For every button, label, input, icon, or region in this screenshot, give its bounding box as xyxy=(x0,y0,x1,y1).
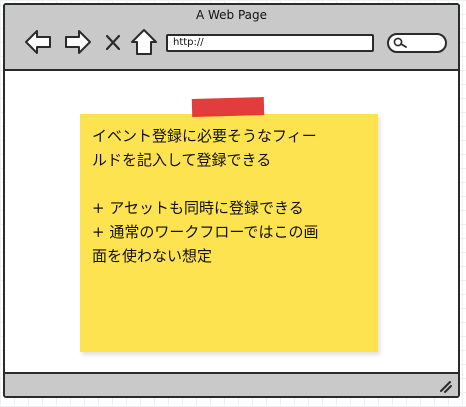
home-icon[interactable] xyxy=(129,27,159,57)
back-arrow-icon[interactable] xyxy=(23,27,53,57)
address-bar[interactable]: http:// xyxy=(166,34,374,52)
status-bar xyxy=(5,372,458,396)
browser-toolbar: A Web Page http:// xyxy=(5,5,458,71)
window-title: A Web Page xyxy=(195,8,268,22)
forward-arrow-icon[interactable] xyxy=(63,27,93,57)
sticky-note-text: イベント登録に必要そうなフィー ルドを記入して登録できる + アセットも同時に登… xyxy=(92,127,319,265)
close-x-icon[interactable] xyxy=(102,27,124,57)
sticky-note-tape xyxy=(191,97,265,117)
sticky-note: イベント登録に必要そうなフィー ルドを記入して登録できる + アセットも同時に登… xyxy=(80,114,378,352)
search-box[interactable] xyxy=(387,33,447,53)
search-icon xyxy=(393,37,407,48)
resize-grip-icon[interactable] xyxy=(438,379,452,393)
canvas-background: A Web Page http:// イベント登録に必要そうなフィー ルドを記入… xyxy=(0,0,466,407)
